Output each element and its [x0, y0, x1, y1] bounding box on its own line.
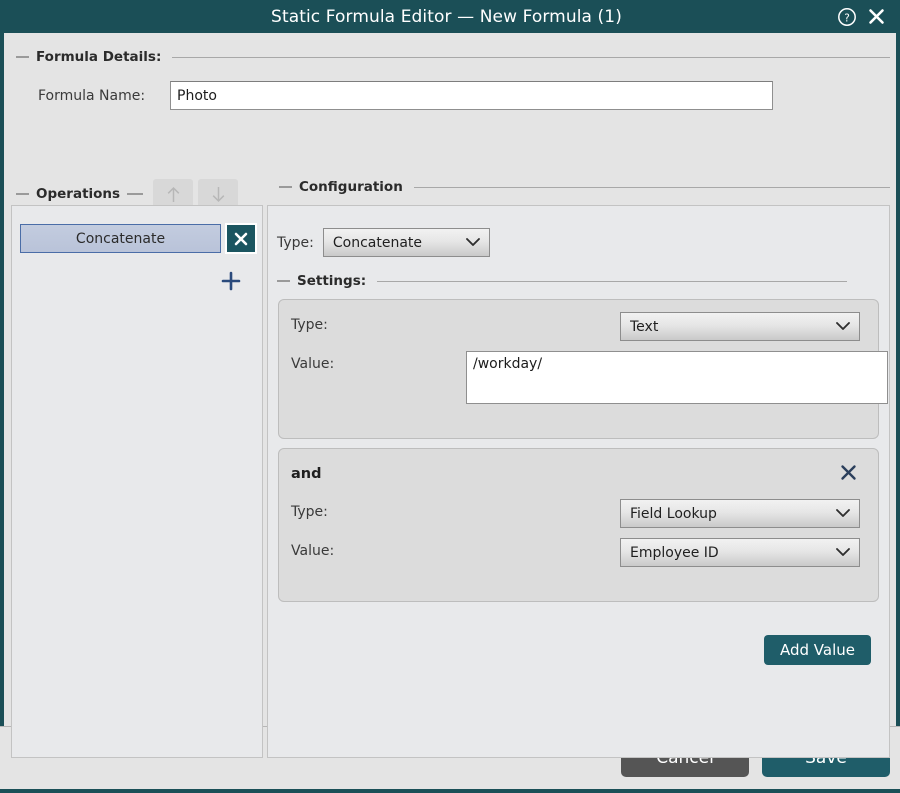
card-value-value: Employee ID: [630, 544, 719, 561]
chevron-down-icon: [835, 506, 851, 522]
card-type-row: Type: Field Lookup: [291, 499, 860, 528]
static-formula-editor-dialog: Static Formula Editor — New Formula (1) …: [0, 0, 900, 793]
collapse-dash-icon: [279, 186, 292, 188]
dialog-body: Formula Details: Formula Name: Operation…: [4, 33, 896, 758]
card-type-field: Text: [466, 312, 860, 341]
configuration-type-value: Concatenate: [332, 234, 423, 251]
configuration-header-inner: Configuration: [279, 179, 890, 195]
card-type-value: Text: [630, 318, 659, 335]
formula-details-group: Formula Details: Formula Name:: [16, 49, 890, 110]
formula-name-label: Formula Name:: [38, 87, 146, 104]
card-value-field: Employee ID: [466, 538, 860, 567]
configuration-label: Configuration: [299, 179, 403, 195]
collapse-dash-icon: [277, 280, 290, 282]
dialog-title: Static Formula Editor — New Formula (1): [271, 6, 622, 27]
chevron-down-icon: [835, 545, 851, 561]
configuration-panel: Type: Concatenate Settings: Type: Text V…: [267, 205, 890, 758]
card-type-label: Type:: [291, 504, 328, 520]
add-value-button[interactable]: Add Value: [764, 635, 871, 665]
operations-list-panel: Concatenate: [11, 205, 263, 758]
operation-row: Concatenate: [20, 223, 257, 254]
formula-name-input[interactable]: [170, 81, 773, 110]
configuration-type-select[interactable]: Concatenate: [322, 228, 490, 257]
value-card: Type: Text Value: /workday/: [278, 299, 888, 439]
card-spacer: [291, 577, 860, 585]
header-rule: [413, 186, 890, 188]
formula-name-row: Formula Name:: [16, 81, 890, 110]
collapse-dash-icon: [16, 56, 29, 58]
titlebar-icons: ?: [837, 7, 900, 27]
value-card: and Type: Field Lookup Value: Employee I…: [278, 448, 879, 602]
configuration-type-row: Type: Concatenate: [268, 206, 889, 257]
card-type-select[interactable]: Text: [620, 312, 860, 341]
card-value-row: Value: Employee ID: [291, 538, 860, 567]
settings-label: Settings:: [297, 273, 367, 289]
operation-item-label: Concatenate: [75, 230, 166, 247]
operations-add-row: [12, 268, 262, 294]
delete-operation-button[interactable]: [225, 223, 257, 254]
settings-group-header: Settings:: [268, 257, 889, 289]
card-type-row: Type: Text: [291, 312, 860, 341]
formula-details-header: Formula Details:: [16, 49, 890, 65]
svg-text:?: ?: [844, 12, 850, 24]
header-rule: [172, 56, 890, 58]
header-dash-right: [127, 193, 144, 195]
configuration-type-label: Type:: [277, 234, 314, 251]
card-type-field: Field Lookup: [466, 499, 860, 528]
help-circle-icon[interactable]: ?: [837, 7, 857, 27]
card-type-select[interactable]: Field Lookup: [620, 499, 860, 528]
formula-details-label: Formula Details:: [36, 49, 162, 65]
card-type-value: Field Lookup: [630, 505, 717, 522]
close-icon[interactable]: [867, 7, 886, 26]
card-value-row: Value:: [291, 351, 888, 404]
operations-label: Operations: [36, 186, 121, 202]
card-value-textarea[interactable]: [466, 351, 888, 404]
header-rule: [377, 280, 847, 282]
card-value-field: [466, 351, 888, 404]
card-type-label: Type:: [291, 317, 328, 333]
add-operation-button[interactable]: [218, 268, 244, 294]
chevron-down-icon: [465, 235, 481, 251]
titlebar: Static Formula Editor — New Formula (1) …: [0, 0, 900, 33]
card-value-select[interactable]: Employee ID: [620, 538, 860, 567]
operation-item-concatenate[interactable]: Concatenate: [20, 224, 221, 253]
card-value-label: Value:: [291, 356, 335, 372]
card-header-title: and: [291, 466, 322, 482]
card-value-label: Value:: [291, 543, 335, 559]
settings-header-inner: Settings:: [277, 273, 847, 289]
settings-cards: Type: Text Value: /workday/ and Type: Fi…: [268, 289, 889, 602]
card-header: and: [291, 461, 860, 487]
remove-value-button[interactable]: [837, 461, 860, 487]
chevron-down-icon: [835, 319, 851, 335]
collapse-dash-icon: [16, 193, 29, 195]
add-value-row: Add Value: [268, 611, 889, 665]
operations-header: Operations: [16, 186, 120, 202]
card-spacer: [291, 414, 860, 422]
configuration-header: Configuration: [279, 179, 890, 195]
